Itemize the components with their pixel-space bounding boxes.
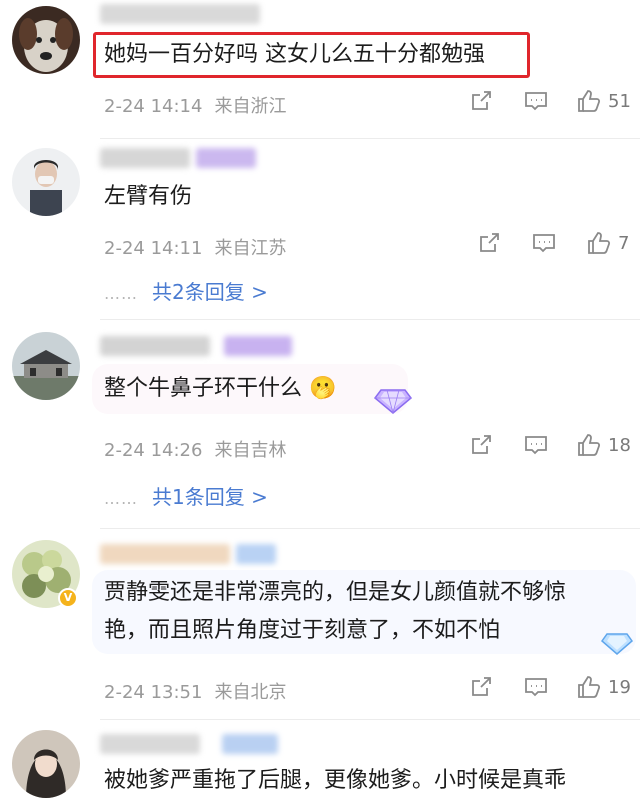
like-thumb-icon — [588, 232, 611, 254]
like-count: 7 — [618, 232, 630, 254]
like-count: 19 — [608, 676, 631, 698]
user-badge-blurred — [224, 336, 292, 356]
comment-button[interactable] — [524, 434, 548, 456]
comment-icon — [525, 436, 547, 455]
comment-location: 来自江苏 — [214, 238, 287, 259]
like-button[interactable]: 7 — [586, 230, 629, 256]
comment-icon — [525, 678, 547, 697]
building-avatar-image — [12, 332, 80, 400]
user-badge-blurred — [236, 544, 276, 564]
username-blurred[interactable] — [100, 336, 210, 356]
comment-meta: 2-24 13:51 来自北京 — [104, 678, 286, 704]
like-count: 51 — [608, 90, 631, 112]
comment-date: 2-24 14:26 — [104, 440, 203, 461]
avatar[interactable] — [12, 332, 80, 400]
comment-location: 来自北京 — [214, 682, 287, 703]
avatar[interactable] — [12, 6, 80, 74]
username-blurred[interactable] — [100, 544, 230, 564]
like-button[interactable]: 51 — [576, 88, 631, 114]
share-button[interactable] — [470, 90, 492, 112]
share-button[interactable] — [478, 232, 500, 254]
comment-text-line-1: 贾静雯还是非常漂亮的，但是女儿颜值就不够惊 — [104, 580, 567, 605]
share-icon — [472, 435, 491, 454]
comment-text-line-2: 艳，而且照片角度过于刻意了，不如不怕 — [104, 618, 501, 643]
comment-item: 左臂有伤 2-24 14:11 来自江苏 7 …… 共2条回复 > — [0, 140, 640, 320]
username-blurred[interactable] — [100, 734, 200, 754]
reply-dots: …… — [104, 284, 138, 303]
like-thumb-icon — [578, 676, 601, 698]
avatar[interactable] — [12, 730, 80, 798]
diamond-badge-icon — [600, 626, 634, 660]
comment-text-line: 整个牛鼻子环干什么 🫢 — [104, 370, 336, 408]
like-button[interactable]: 18 — [576, 432, 631, 458]
comment-location: 来自浙江 — [214, 96, 287, 117]
reply-dots: …… — [104, 489, 138, 508]
comment-item: 她妈一百分好吗 这女儿么五十分都勉强 2-24 14:14 来自浙江 51 — [0, 0, 640, 140]
comment-date: 2-24 14:14 — [104, 96, 203, 117]
share-icon — [480, 233, 499, 252]
view-replies-link[interactable]: …… 共1条回复 > — [104, 481, 268, 510]
girl-avatar-image — [12, 730, 80, 798]
share-button[interactable] — [470, 434, 492, 456]
user-badge-blurred — [222, 734, 278, 754]
person-avatar-image — [12, 148, 80, 216]
share-button[interactable] — [470, 676, 492, 698]
view-replies-link[interactable]: …… 共2条回复 > — [104, 276, 268, 305]
replies-label: 共1条回复 > — [152, 485, 268, 509]
comment-button[interactable] — [524, 90, 548, 112]
highlight-box — [93, 32, 530, 78]
user-badge-blurred — [196, 148, 256, 168]
username-blurred[interactable] — [100, 148, 190, 168]
comment-text: 整个牛鼻子环干什么 — [104, 376, 303, 401]
username-blurred[interactable] — [100, 4, 260, 24]
dog-avatar-image — [12, 6, 80, 74]
avatar[interactable] — [12, 148, 80, 216]
comment-date: 2-24 14:11 — [104, 238, 203, 259]
comment-meta: 2-24 14:11 来自江苏 — [104, 234, 286, 260]
verified-badge-icon: V — [58, 588, 78, 608]
share-icon — [472, 91, 491, 110]
comment-button[interactable] — [524, 676, 548, 698]
diamond-badge-icon — [372, 380, 414, 420]
comment-text: 左臂有伤 — [104, 184, 193, 209]
replies-label: 共2条回复 > — [152, 280, 268, 304]
divider — [100, 138, 640, 139]
like-count: 18 — [608, 434, 631, 456]
shush-emoji: 🫢 — [309, 376, 337, 401]
like-thumb-icon — [578, 434, 601, 456]
comment-date: 2-24 13:51 — [104, 682, 203, 703]
comment-item: 整个牛鼻子环干什么 🫢 2-24 14:26 来自吉林 18 …… 共1条回复 > — [0, 320, 640, 530]
comment-meta: 2-24 14:26 来自吉林 — [104, 436, 286, 462]
like-thumb-icon — [578, 90, 601, 112]
comment-location: 来自吉林 — [214, 440, 287, 461]
divider — [100, 528, 640, 529]
comment-meta: 2-24 14:14 来自浙江 — [104, 92, 286, 118]
comment-icon — [525, 92, 547, 111]
comment-button[interactable] — [532, 232, 556, 254]
comment-item: V 贾静雯还是非常漂亮的，但是女儿颜值就不够惊 艳，而且照片角度过于刻意了，不如… — [0, 530, 640, 720]
comment-icon — [533, 234, 555, 253]
share-icon — [472, 677, 491, 696]
like-button[interactable]: 19 — [576, 674, 631, 700]
comment-text: 被她爹严重拖了后腿，更像她爹。小时候是真乖 — [104, 768, 567, 793]
comment-item: 被她爹严重拖了后腿，更像她爹。小时候是真乖 — [0, 720, 640, 805]
